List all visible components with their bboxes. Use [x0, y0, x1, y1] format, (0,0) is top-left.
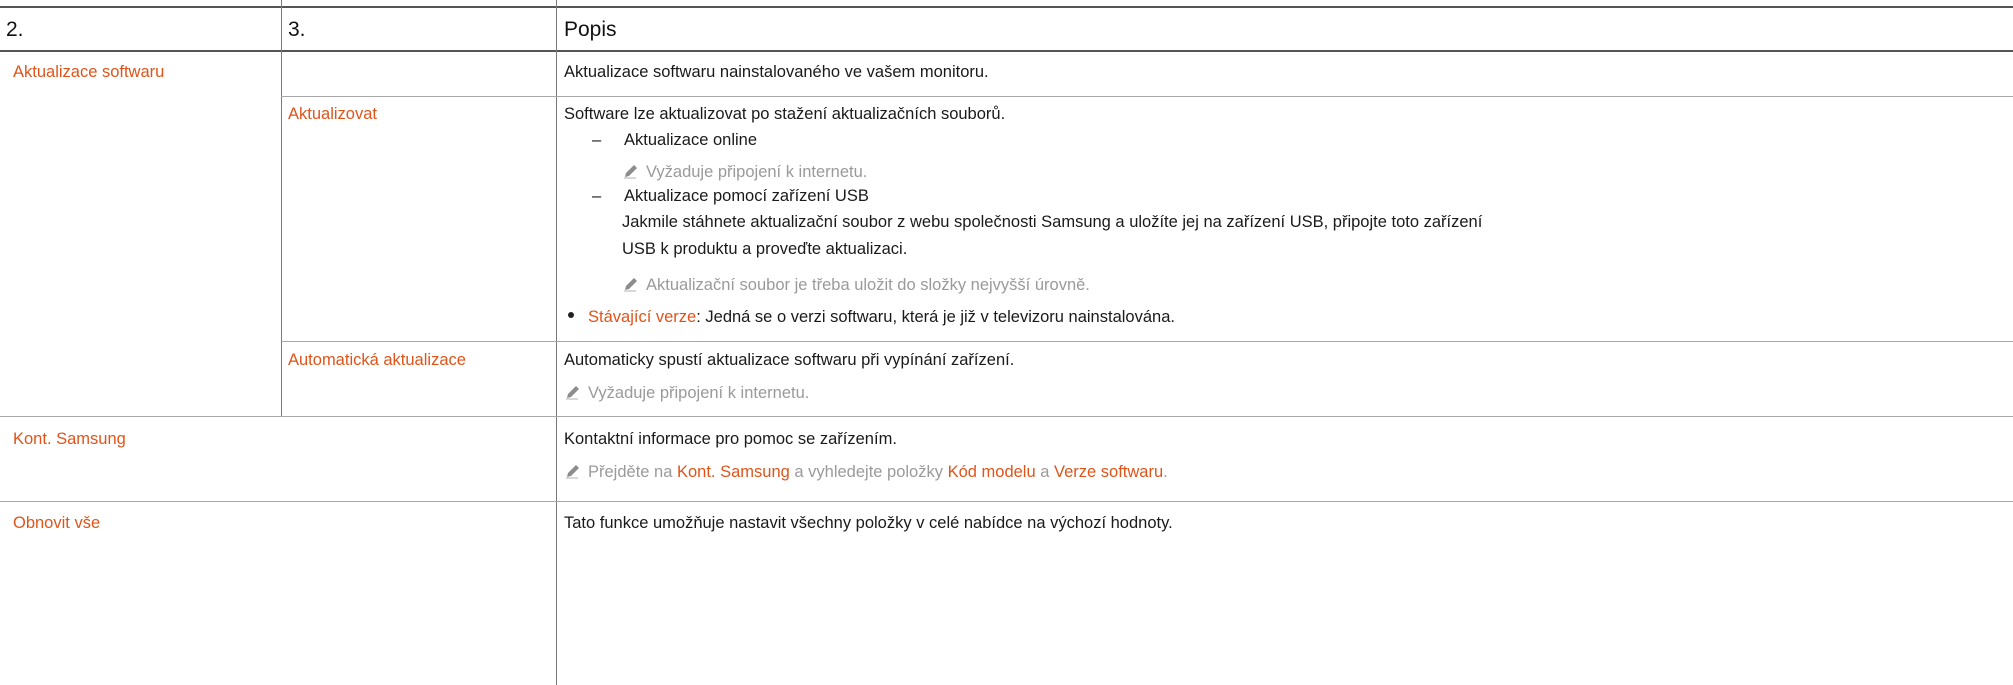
menu-item-contact-samsung: Kont. Samsung [13, 430, 126, 448]
column-divider-1 [281, 0, 282, 416]
usb-update-label: Aktualizace pomocí zařízení USB [624, 187, 869, 205]
description-auto-update: Automaticky spustí aktualizace softwaru … [564, 351, 1015, 369]
note-menu-ref-model-code: Kód modelu [947, 463, 1036, 481]
pencil-note-icon [624, 165, 637, 179]
header-col-menu-level-2: 2. [6, 18, 24, 41]
pencil-note-icon [624, 278, 637, 292]
description-update-now: Software lze aktualizovat po stažení akt… [564, 105, 1006, 123]
row-divider [0, 501, 2013, 502]
list-item-online-update: – Aktualizace online [592, 131, 757, 150]
header-col-menu-level-3: 3. [288, 18, 306, 41]
current-version-text: : Jedná se o verzi softwaru, která je ji… [696, 308, 1175, 326]
column-divider-2 [556, 0, 557, 685]
bullet-marker [568, 312, 574, 318]
usb-update-description-line-1: Jakmile stáhnete aktualizační soubor z w… [622, 213, 1483, 231]
menu-item-reset-all: Obnovit vše [13, 514, 101, 532]
online-update-label: Aktualizace online [624, 131, 757, 149]
description-reset-all: Tato funkce umožňuje nastavit všechny po… [564, 514, 1173, 532]
settings-table: 2. 3. Popis Aktualizace softwaru Aktuali… [0, 0, 2013, 685]
note-usb-update: Aktualizační soubor je třeba uložit do s… [622, 275, 1090, 295]
description-software-update: Aktualizace softwaru nainstalovaného ve … [564, 63, 989, 81]
note-menu-ref-contact: Kont. Samsung [676, 463, 790, 481]
current-version-label: Stávající verze [588, 308, 697, 326]
note-menu-ref-software-version: Verze softwaru [1054, 463, 1164, 481]
note-middle: a vyhledejte položky [789, 463, 948, 481]
row-divider [0, 416, 2013, 417]
dash-marker: – [592, 131, 602, 149]
table-top-rule [0, 6, 2013, 8]
row-divider [281, 341, 2013, 342]
note-contact-samsung: Přejděte na Kont. Samsung a vyhledejte p… [564, 462, 1168, 482]
menu-item-update-now: Aktualizovat [288, 105, 377, 123]
note-text: Vyžaduje připojení k internetu. [588, 384, 810, 402]
note-text: Aktualizační soubor je třeba uložit do s… [646, 276, 1090, 294]
note-online-update: Vyžaduje připojení k internetu. [622, 162, 867, 182]
usb-update-description-line-2: USB k produktu a proveďte aktualizaci. [622, 240, 908, 258]
pencil-note-icon [566, 465, 579, 479]
pencil-note-icon [566, 386, 579, 400]
description-contact-samsung: Kontaktní informace pro pomoc se zařízen… [564, 430, 897, 448]
menu-item-software-update: Aktualizace softwaru [13, 63, 165, 81]
header-col-description: Popis [564, 18, 617, 41]
header-bottom-rule [0, 50, 2013, 52]
menu-item-auto-update: Automatická aktualizace [288, 351, 466, 369]
list-item-current-version: Stávající verze: Jedná se o verzi softwa… [568, 308, 1175, 327]
note-end: . [1163, 463, 1168, 481]
note-and: a [1035, 463, 1054, 481]
note-text: Vyžaduje připojení k internetu. [646, 163, 868, 181]
row-divider [281, 96, 2013, 97]
note-auto-update: Vyžaduje připojení k internetu. [564, 383, 809, 403]
list-item-usb-update: – Aktualizace pomocí zařízení USB [592, 187, 869, 206]
note-prefix: Přejděte na [588, 463, 677, 481]
dash-marker: – [592, 187, 602, 205]
